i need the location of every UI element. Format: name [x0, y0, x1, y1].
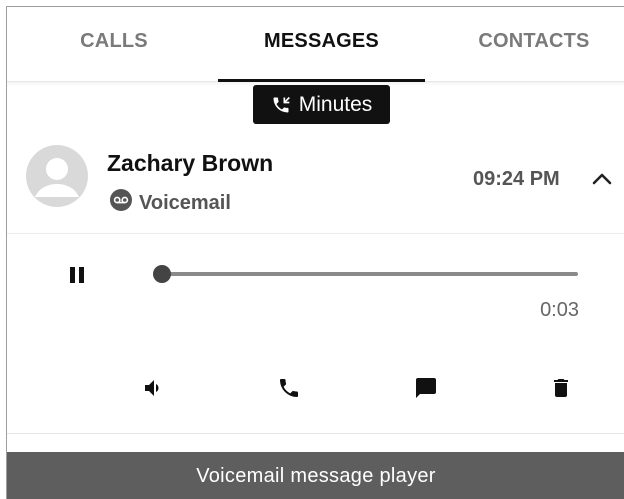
trash-icon: [549, 376, 573, 405]
phone-icon: [277, 376, 301, 405]
tab-bar: CALLS MESSAGES CONTACTS: [7, 7, 624, 82]
contact-name: Zachary Brown: [107, 150, 274, 176]
voicemail-icon: [109, 188, 133, 218]
app-window: CALLS MESSAGES CONTACTS Minutes Zachary …: [6, 6, 624, 499]
tab-calls[interactable]: CALLS: [43, 30, 185, 53]
elapsed-time: 0:03: [540, 299, 579, 321]
message-type: Voicemail: [109, 188, 231, 218]
minutes-label: Minutes: [298, 92, 373, 116]
call-back-button[interactable]: [272, 373, 306, 407]
minutes-badge[interactable]: Minutes: [253, 85, 390, 124]
send-message-button[interactable]: [409, 373, 443, 407]
message-icon: [414, 376, 438, 405]
message-type-label: Voicemail: [139, 191, 231, 214]
caption-banner: Voicemail message player: [7, 452, 624, 499]
volume-icon: [142, 376, 166, 405]
tab-contacts[interactable]: CONTACTS: [454, 30, 614, 53]
caption-text: Voicemail message player: [196, 464, 436, 487]
playback-scrubber-handle[interactable]: [152, 265, 171, 283]
message-header[interactable]: Zachary Brown Voicemail 09:24 PM: [7, 125, 624, 234]
volume-button[interactable]: [137, 373, 171, 407]
chevron-up-icon: [592, 171, 612, 190]
active-tab-indicator: [218, 79, 425, 82]
phone-callback-icon: [271, 95, 291, 115]
playback-progress-track[interactable]: [153, 272, 578, 276]
divider: [7, 433, 624, 434]
pause-button[interactable]: [62, 262, 92, 292]
collapse-button[interactable]: [587, 165, 617, 195]
message-time: 09:24 PM: [473, 168, 560, 190]
pause-icon: [69, 266, 85, 289]
delete-button[interactable]: [544, 373, 578, 407]
tab-messages[interactable]: MESSAGES: [218, 30, 425, 53]
avatar: [26, 145, 88, 207]
